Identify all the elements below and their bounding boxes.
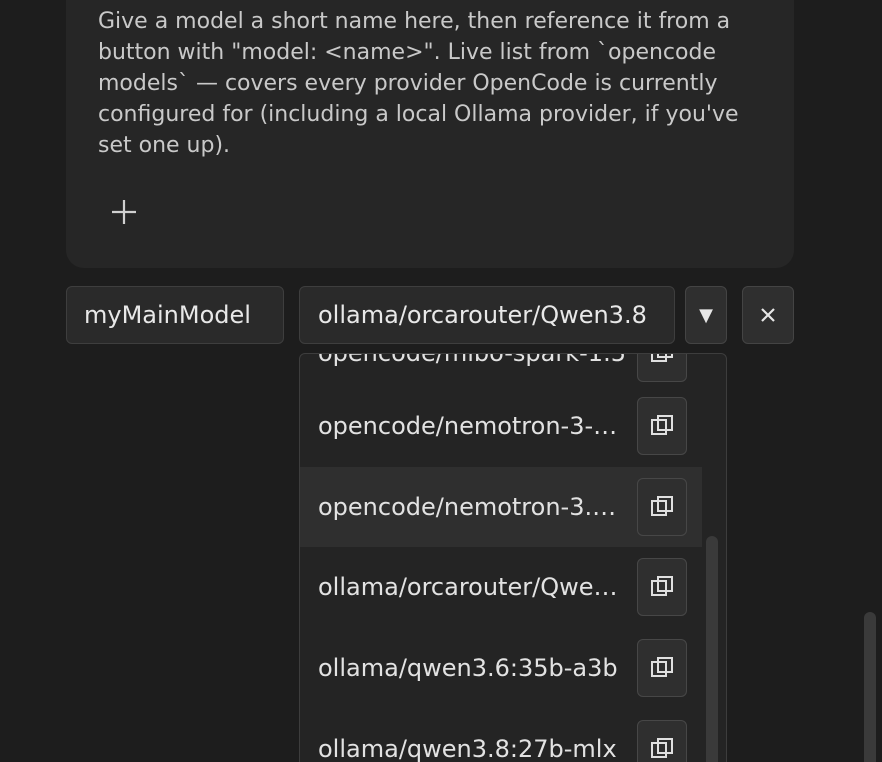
- copy-button[interactable]: [637, 720, 687, 762]
- copy-icon: [651, 738, 673, 758]
- list-item[interactable]: ollama/qwen3.8:27b-mlx: [300, 709, 702, 762]
- remove-model-button[interactable]: [742, 286, 794, 344]
- model-option-label: ollama/orcarouter/Qwen3.8: [318, 573, 628, 601]
- dropdown-scrollbar[interactable]: [706, 536, 718, 762]
- copy-icon: [651, 576, 673, 596]
- plus-icon: [112, 200, 136, 224]
- copy-button[interactable]: [637, 478, 687, 536]
- model-option-label: opencode/nemotron-3.5-nano: [318, 493, 628, 521]
- model-option-label: ollama/qwen3.6:35b-a3b: [318, 654, 618, 682]
- dropdown-toggle-button[interactable]: ▼: [685, 286, 727, 344]
- model-alias-settings: Give a model a short name here, then ref…: [0, 0, 882, 762]
- model-option-label: ollama/qwen3.8:27b-mlx: [318, 735, 617, 762]
- list-item[interactable]: opencode/nemotron-3-super: [300, 386, 702, 466]
- copy-icon: [651, 496, 673, 516]
- models-info-card: Give a model a short name here, then ref…: [66, 0, 794, 268]
- model-name-input[interactable]: myMainModel: [66, 286, 284, 344]
- chevron-down-icon: ▼: [699, 304, 713, 326]
- copy-button[interactable]: [637, 639, 687, 697]
- list-item[interactable]: ollama/qwen3.6:35b-a3b: [300, 628, 702, 708]
- copy-button[interactable]: [637, 354, 687, 382]
- model-select-input[interactable]: ollama/orcarouter/Qwen3.8: [299, 286, 675, 344]
- copy-button[interactable]: [637, 397, 687, 455]
- list-item[interactable]: opencode/nemotron-3.5-nano: [300, 467, 702, 547]
- models-help-text: Give a model a short name here, then ref…: [98, 9, 739, 158]
- add-model-button[interactable]: [100, 188, 148, 236]
- copy-icon: [651, 415, 673, 435]
- model-option-label: opencode/mibo-spark-1.5: [318, 353, 626, 367]
- model-dropdown-list[interactable]: opencode/mibo-spark-1.5 opencode/nemotro…: [299, 353, 727, 762]
- copy-icon: [651, 657, 673, 677]
- copy-icon: [651, 354, 673, 362]
- model-option-label: opencode/nemotron-3-super: [318, 412, 628, 440]
- close-icon: [761, 308, 775, 322]
- page-scrollbar[interactable]: [864, 612, 876, 762]
- list-item[interactable]: ollama/orcarouter/Qwen3.8: [300, 547, 702, 627]
- copy-button[interactable]: [637, 558, 687, 616]
